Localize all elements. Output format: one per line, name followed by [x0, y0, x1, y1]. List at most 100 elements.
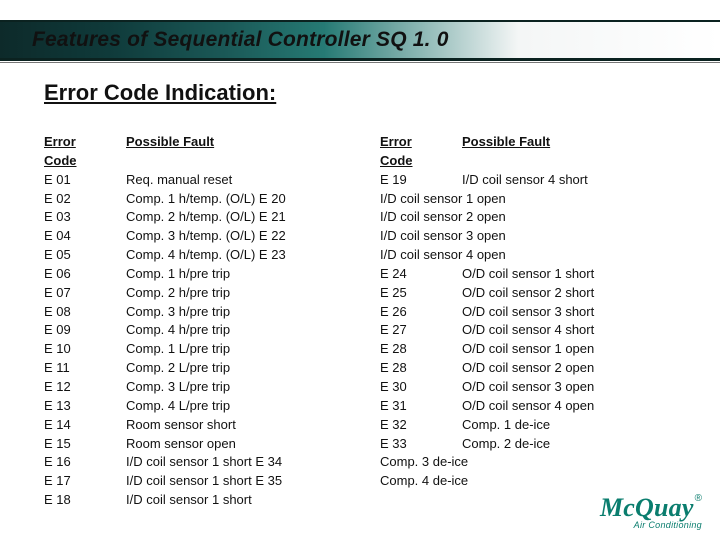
error-fault: Comp. 2 de-ice — [462, 435, 676, 454]
table-row: E 12Comp. 3 L/pre trip — [44, 378, 340, 397]
error-fault: Comp. 4 de-ice — [380, 472, 676, 491]
error-fault: Room sensor short — [126, 416, 340, 435]
error-fault: Comp. 4 h/pre trip — [126, 321, 340, 340]
title-band: Features of Sequential Controller SQ 1. … — [0, 22, 720, 58]
footer-logo: McQuay® Air Conditioning — [600, 493, 702, 530]
error-fault: Room sensor open — [126, 435, 340, 454]
error-fault: O/D coil sensor 3 open — [462, 378, 676, 397]
error-code: E 30 — [380, 378, 462, 397]
error-code: E 17 — [44, 472, 126, 491]
error-code: E 06 — [44, 265, 126, 284]
table-row: E 03Comp. 2 h/temp. (O/L) E 21 — [44, 208, 340, 227]
error-fault: O/D coil sensor 2 short — [462, 284, 676, 303]
error-code: E 02 — [44, 190, 126, 209]
table-row: E 28O/D coil sensor 2 open — [380, 359, 676, 378]
table-row: E 10Comp. 1 L/pre trip — [44, 340, 340, 359]
col-header-fault: Possible Fault — [462, 133, 676, 171]
error-code: E 31 — [380, 397, 462, 416]
table-row: Comp. 4 de-ice — [380, 472, 676, 491]
left-column: ErrorCode Possible Fault E 01Req. manual… — [44, 133, 340, 510]
error-code: E 19 — [380, 171, 462, 190]
error-fault: I/D coil sensor 1 open — [380, 190, 676, 209]
table-row: E 14Room sensor short — [44, 416, 340, 435]
error-code: E 28 — [380, 359, 462, 378]
col-header-code: ErrorCode — [380, 133, 462, 171]
table-row: E 13Comp. 4 L/pre trip — [44, 397, 340, 416]
error-table: ErrorCode Possible Fault E 01Req. manual… — [44, 133, 676, 510]
error-fault: I/D coil sensor 2 open — [380, 208, 676, 227]
error-fault: I/D coil sensor 3 open — [380, 227, 676, 246]
error-fault: Comp. 2 L/pre trip — [126, 359, 340, 378]
table-row: I/D coil sensor 1 open — [380, 190, 676, 209]
error-code: E 07 — [44, 284, 126, 303]
table-row: E 02Comp. 1 h/temp. (O/L) E 20 — [44, 190, 340, 209]
table-row: E 30O/D coil sensor 3 open — [380, 378, 676, 397]
table-row: E 04Comp. 3 h/temp. (O/L) E 22 — [44, 227, 340, 246]
logo-text: McQuay — [600, 493, 694, 522]
table-row: E 27O/D coil sensor 4 short — [380, 321, 676, 340]
error-fault: O/D coil sensor 2 open — [462, 359, 676, 378]
table-row: Comp. 3 de-ice — [380, 453, 676, 472]
error-code: E 24 — [380, 265, 462, 284]
error-code: E 08 — [44, 303, 126, 322]
error-fault: Comp. 3 h/temp. (O/L) E 22 — [126, 227, 340, 246]
table-row: E 01Req. manual reset — [44, 171, 340, 190]
error-code: E 10 — [44, 340, 126, 359]
right-column: ErrorCode Possible Fault E 19I/D coil se… — [380, 133, 676, 510]
error-fault: Comp. 1 de-ice — [462, 416, 676, 435]
error-fault: Comp. 1 h/temp. (O/L) E 20 — [126, 190, 340, 209]
slide-title: Features of Sequential Controller SQ 1. … — [32, 28, 449, 52]
error-fault: O/D coil sensor 1 open — [462, 340, 676, 359]
col-header-fault: Possible Fault — [126, 133, 340, 171]
logo-reg: ® — [695, 493, 702, 504]
error-code: E 05 — [44, 246, 126, 265]
error-code: E 11 — [44, 359, 126, 378]
error-fault: Comp. 1 L/pre trip — [126, 340, 340, 359]
section-heading: Error Code Indication: — [44, 80, 276, 106]
table-row: E 07Comp. 2 h/pre trip — [44, 284, 340, 303]
table-row: E 15Room sensor open — [44, 435, 340, 454]
error-code: E 27 — [380, 321, 462, 340]
divider-shadow — [0, 62, 720, 63]
table-row: E 06Comp. 1 h/pre trip — [44, 265, 340, 284]
error-fault: Comp. 4 h/temp. (O/L) E 23 — [126, 246, 340, 265]
table-row: E 08Comp. 3 h/pre trip — [44, 303, 340, 322]
error-code: E 32 — [380, 416, 462, 435]
table-row: E 18I/D coil sensor 1 short — [44, 491, 340, 510]
table-row: E 25O/D coil sensor 2 short — [380, 284, 676, 303]
error-fault: Comp. 2 h/pre trip — [126, 284, 340, 303]
table-row: E 33Comp. 2 de-ice — [380, 435, 676, 454]
error-fault: I/D coil sensor 1 short E 34 — [126, 453, 340, 472]
divider-mid — [0, 58, 720, 61]
table-row: E 26O/D coil sensor 3 short — [380, 303, 676, 322]
error-fault: I/D coil sensor 4 open — [380, 246, 676, 265]
error-code: E 09 — [44, 321, 126, 340]
table-row: E 31O/D coil sensor 4 open — [380, 397, 676, 416]
table-row: E 16I/D coil sensor 1 short E 34 — [44, 453, 340, 472]
error-fault: O/D coil sensor 4 open — [462, 397, 676, 416]
error-fault: I/D coil sensor 1 short — [126, 491, 340, 510]
error-code: E 18 — [44, 491, 126, 510]
table-row: E 09Comp. 4 h/pre trip — [44, 321, 340, 340]
table-row: I/D coil sensor 4 open — [380, 246, 676, 265]
error-fault: O/D coil sensor 3 short — [462, 303, 676, 322]
error-code: E 16 — [44, 453, 126, 472]
error-code: E 01 — [44, 171, 126, 190]
table-row: E 24O/D coil sensor 1 short — [380, 265, 676, 284]
error-fault: Req. manual reset — [126, 171, 340, 190]
table-row: I/D coil sensor 3 open — [380, 227, 676, 246]
error-code: E 04 — [44, 227, 126, 246]
table-row: I/D coil sensor 2 open — [380, 208, 676, 227]
table-row: E 32Comp. 1 de-ice — [380, 416, 676, 435]
error-code: E 15 — [44, 435, 126, 454]
error-fault: I/D coil sensor 1 short E 35 — [126, 472, 340, 491]
table-row: E 05Comp. 4 h/temp. (O/L) E 23 — [44, 246, 340, 265]
col-header-code: ErrorCode — [44, 133, 126, 171]
error-fault: Comp. 3 de-ice — [380, 453, 676, 472]
table-row: E 11Comp. 2 L/pre trip — [44, 359, 340, 378]
error-fault: O/D coil sensor 4 short — [462, 321, 676, 340]
error-fault: O/D coil sensor 1 short — [462, 265, 676, 284]
error-fault: Comp. 4 L/pre trip — [126, 397, 340, 416]
error-code: E 26 — [380, 303, 462, 322]
error-fault: I/D coil sensor 4 short — [462, 171, 676, 190]
